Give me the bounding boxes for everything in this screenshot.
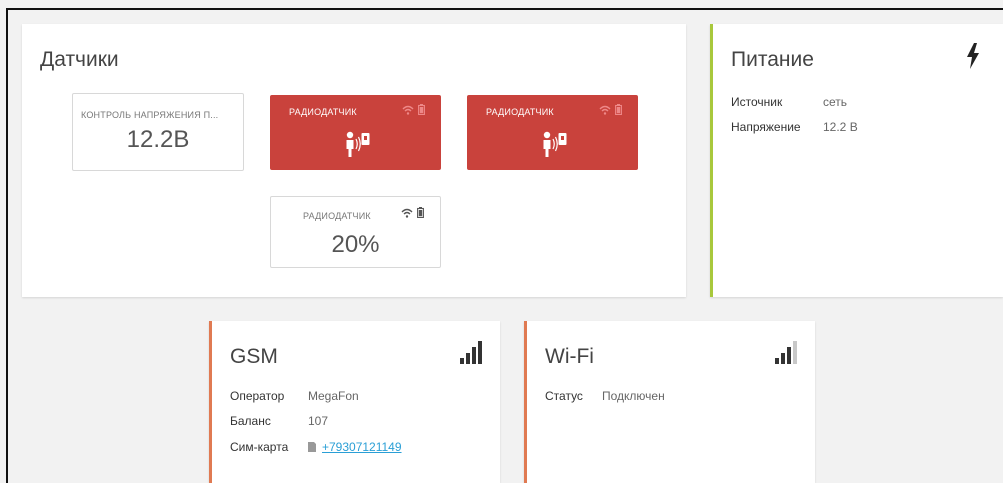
wifi-card: Wi-Fi Статус Подключен	[524, 321, 815, 483]
tile-label: РАДИОДАТЧИК	[303, 211, 371, 221]
battery-icon	[418, 104, 425, 115]
sensors-card: Датчики КОНТРОЛЬ НАПРЯЖЕНИЯ П... 12.2В Р…	[22, 24, 686, 297]
voltage-label: Напряжение	[731, 120, 801, 134]
radio-sensor-tile-2[interactable]: РАДИОДАТЧИК	[467, 95, 638, 170]
tile-label: РАДИОДАТЧИК	[486, 107, 554, 117]
tile-label: КОНТРОЛЬ НАПРЯЖЕНИЯ П...	[81, 110, 219, 120]
status-icons	[599, 104, 622, 115]
signal-bars-icon	[775, 341, 797, 364]
operator-label: Оператор	[230, 389, 285, 403]
source-label: Источник	[731, 95, 783, 109]
wifi-icon	[402, 105, 414, 115]
wifi-icon	[599, 105, 611, 115]
tile-label: РАДИОДАТЧИК	[289, 107, 357, 117]
tile-value: 20%	[331, 231, 380, 258]
source-value: сеть	[823, 95, 848, 109]
status-icons	[402, 104, 425, 115]
person-motion-icon	[543, 131, 567, 157]
operator-row: Оператор MegaFon	[230, 389, 359, 403]
voltage-value: 12.2 В	[823, 120, 858, 134]
battery-icon	[615, 104, 622, 115]
lightning-icon	[967, 43, 979, 69]
gsm-card-title: GSM	[230, 345, 278, 368]
radio-sensor-tile-1[interactable]: РАДИОДАТЧИК	[270, 95, 441, 170]
sensors-card-title: Датчики	[40, 48, 119, 71]
status-icons	[401, 207, 424, 218]
status-value: Подключен	[602, 389, 665, 403]
voltage-row: Напряжение 12.2 В	[731, 120, 858, 134]
balance-row: Баланс 107	[230, 414, 328, 428]
balance-value: 107	[308, 414, 329, 428]
power-card-title: Питание	[731, 48, 814, 71]
sim-label: Сим-карта	[230, 440, 289, 454]
person-motion-icon	[346, 131, 370, 157]
voltage-control-tile[interactable]: КОНТРОЛЬ НАПРЯЖЕНИЯ П... 12.2В	[72, 93, 244, 171]
signal-bars-icon	[460, 341, 482, 364]
status-label: Статус	[545, 389, 583, 403]
sim-row: Сим-карта +79307121149	[230, 440, 402, 454]
wifi-icon	[401, 208, 413, 218]
balance-label: Баланс	[230, 414, 271, 428]
power-card: Питание Источник сеть Напряжение 12.2 В	[710, 24, 1003, 297]
dashboard-frame: Датчики КОНТРОЛЬ НАПРЯЖЕНИЯ П... 12.2В Р…	[6, 8, 1003, 483]
operator-value: MegaFon	[308, 389, 359, 403]
wifi-card-title: Wi-Fi	[545, 345, 594, 368]
radio-sensor-tile-3[interactable]: РАДИОДАТЧИК 20%	[270, 196, 441, 268]
status-row: Статус Подключен	[545, 389, 665, 403]
sim-number-link[interactable]: +79307121149	[322, 440, 402, 454]
sim-card-icon	[308, 442, 316, 452]
source-row: Источник сеть	[731, 95, 847, 109]
gsm-card: GSM Оператор MegaFon Баланс 107 Сим-карта …	[209, 321, 500, 483]
battery-icon	[417, 207, 424, 218]
tile-value: 12.2В	[126, 126, 190, 153]
